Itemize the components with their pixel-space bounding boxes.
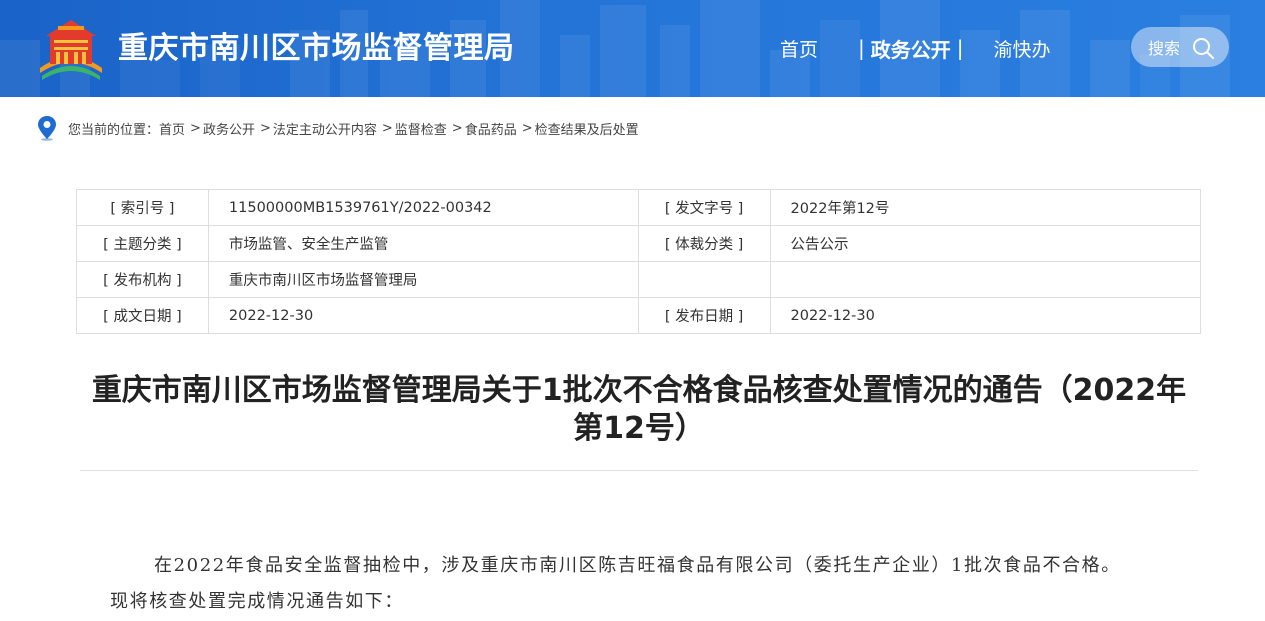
- main-nav: 首页 | 政务公开 | 渝快办: [780, 30, 1051, 66]
- breadcrumb-inspection-results[interactable]: 检查结果及后处置: [535, 119, 639, 138]
- meta-value-publisher: 重庆市南川区市场监督管理局: [207, 261, 639, 298]
- meta-value-publish-date: 2022-12-30: [769, 297, 1202, 334]
- location-pin-icon: [38, 116, 56, 141]
- emblem-logo-icon[interactable]: [36, 16, 106, 82]
- nav-gov-affairs-open[interactable]: 政务公开: [871, 34, 951, 63]
- article-paragraph: 在2022年食品安全监督抽检中，涉及重庆市南川区陈吉旺福食品有限公司（委托生产企…: [110, 555, 1121, 612]
- breadcrumb: 您当前的位置： 首页 > 政务公开 > 法定主动公开内容 > 监督检查 > 食品…: [36, 115, 639, 141]
- meta-label-document-number: [ 发文字号 ]: [637, 189, 771, 226]
- breadcrumb-statutory-content[interactable]: 法定主动公开内容: [273, 119, 377, 138]
- breadcrumb-prefix: 您当前的位置：: [68, 122, 160, 138]
- site-title: 重庆市南川区市场监督管理局: [118, 31, 515, 66]
- table-row: [ 主题分类 ] 市场监管、安全生产监管 [ 体裁分类 ] 公告公示: [76, 225, 1202, 262]
- meta-label-empty: [637, 261, 771, 298]
- search-icon: [1193, 38, 1215, 60]
- table-row: [ 发布机构 ] 重庆市南川区市场监督管理局: [76, 261, 1202, 298]
- table-row: [ 成文日期 ] 2022-12-30 [ 发布日期 ] 2022-12-30: [76, 297, 1202, 334]
- document-meta-table: [ 索引号 ] 11500000MB1539761Y/2022-00342 [ …: [76, 189, 1202, 334]
- search-button[interactable]: 搜索: [1131, 27, 1229, 67]
- nav-yukuaiban[interactable]: 渝快办: [994, 35, 1051, 62]
- article-title: 重庆市南川区市场监督管理局关于1批次不合格食品核查处置情况的通告（2022年第1…: [91, 373, 1187, 446]
- title-divider: [80, 470, 1198, 471]
- meta-label-written-date: [ 成文日期 ]: [76, 297, 209, 334]
- nav-home[interactable]: 首页: [780, 35, 818, 62]
- meta-value-document-number: 2022年第12号: [769, 189, 1202, 226]
- breadcrumb-gov-affairs-open[interactable]: 政务公开: [203, 119, 255, 138]
- nav-separator: |: [858, 36, 865, 60]
- meta-label-topic-category: [ 主题分类 ]: [76, 225, 209, 262]
- meta-label-genre-category: [ 体裁分类 ]: [637, 225, 771, 262]
- meta-value-written-date: 2022-12-30: [207, 297, 639, 334]
- breadcrumb-supervision-inspection[interactable]: 监督检查: [395, 119, 447, 138]
- breadcrumb-food-drugs[interactable]: 食品药品: [465, 119, 517, 138]
- meta-label-publisher: [ 发布机构 ]: [76, 261, 209, 298]
- breadcrumb-separator: >: [259, 120, 271, 136]
- meta-label-publish-date: [ 发布日期 ]: [637, 297, 771, 334]
- breadcrumb-separator: >: [381, 120, 393, 136]
- meta-value-topic-category: 市场监管、安全生产监管: [207, 225, 639, 262]
- nav-separator: |: [956, 36, 964, 60]
- table-row: [ 索引号 ] 11500000MB1539761Y/2022-00342 [ …: [76, 189, 1202, 226]
- meta-label-index-number: [ 索引号 ]: [76, 189, 209, 226]
- search-label: 搜索: [1148, 39, 1181, 58]
- meta-value-empty: [769, 261, 1202, 298]
- breadcrumb-separator: >: [190, 120, 201, 136]
- meta-value-genre-category: 公告公示: [769, 225, 1202, 262]
- meta-value-index-number: 11500000MB1539761Y/2022-00342: [207, 189, 639, 226]
- breadcrumb-separator: >: [451, 120, 463, 136]
- breadcrumb-home[interactable]: 首页: [159, 119, 185, 138]
- breadcrumb-separator: >: [521, 120, 533, 136]
- site-header: 重庆市南川区市场监督管理局 首页 | 政务公开 | 渝快办 搜索: [0, 0, 1265, 97]
